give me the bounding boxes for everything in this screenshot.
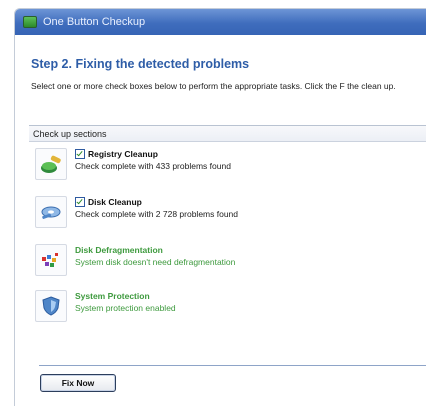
window-title: One Button Checkup: [43, 16, 146, 28]
disk-cleanup-status: Check complete with 2 728 problems found: [75, 209, 239, 219]
system-protection-status: System protection enabled: [75, 303, 176, 313]
disk-cleanup-checkbox[interactable]: [75, 197, 85, 207]
checkup-sections-panel: Check up sections Registry Cleanup Check…: [29, 125, 426, 326]
main-content: Step 2. Fixing the detected problems Sel…: [15, 57, 426, 91]
disk-cleanup-checkbox-row[interactable]: Disk Cleanup: [75, 196, 238, 208]
defrag-icon: [35, 244, 67, 276]
step-instructions: Select one or more check boxes below to …: [31, 81, 396, 91]
disk-defragmentation-status: System disk doesn't need defragmentation: [75, 257, 236, 267]
system-protection-title: System Protection: [75, 291, 150, 301]
sections-header: Check up sections: [29, 126, 426, 142]
section-row-system-protection: System Protection System protection enab…: [35, 290, 176, 322]
broom-icon: [35, 148, 67, 180]
registry-cleanup-status: Check complete with 433 problems found: [75, 161, 231, 171]
section-row-disk-defragmentation: Disk Defragmentation System disk doesn't…: [35, 244, 235, 276]
section-row-disk-cleanup: Disk Cleanup Check complete with 2 728 p…: [35, 196, 238, 228]
disk-cleanup-title: Disk Cleanup: [88, 197, 142, 207]
registry-cleanup-checkbox[interactable]: [75, 149, 85, 159]
section-row-registry-cleanup: Registry Cleanup Check complete with 433…: [35, 148, 231, 180]
step-title: Step 2. Fixing the detected problems: [31, 57, 250, 71]
disk-defragmentation-title: Disk Defragmentation: [75, 245, 163, 255]
footer-divider: [39, 365, 426, 366]
registry-cleanup-checkbox-row[interactable]: Registry Cleanup: [75, 148, 231, 160]
shield-icon: [35, 290, 67, 322]
disk-cleanup-icon: [35, 196, 67, 228]
app-window: One Button Checkup Step 2. Fixing the de…: [14, 8, 426, 406]
title-bar[interactable]: One Button Checkup: [15, 9, 426, 35]
fix-now-button[interactable]: Fix Now: [40, 374, 116, 392]
registry-cleanup-title: Registry Cleanup: [88, 149, 158, 159]
app-icon: [23, 16, 37, 28]
